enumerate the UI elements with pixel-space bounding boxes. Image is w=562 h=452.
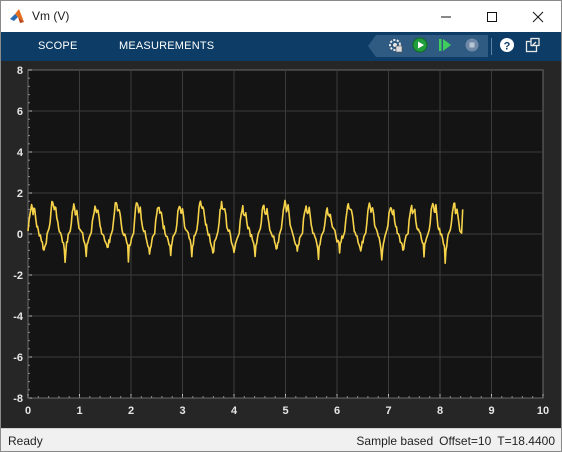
matlab-logo-icon [10,9,24,23]
y-tick-label: 2 [17,188,23,200]
maximize-icon [487,11,497,22]
x-tick-label: 8 [437,405,443,417]
run-button[interactable] [411,36,429,54]
scope-display: 0 1 2 3 4 5 6 7 8 9 10 8 6 4 2 0 -2 -4 -6 -8 [1,61,561,428]
x-tick-label: 3 [179,405,185,417]
y-tick-label: -6 [13,352,23,364]
x-tick-label: 9 [488,405,494,417]
tab-scope[interactable]: SCOPE [38,40,78,52]
x-tick-label: 5 [282,405,288,417]
stop-icon [465,38,479,52]
svg-text:?: ? [504,40,511,52]
window-title: Vm (V) [32,9,70,23]
scope-window: Vm (V) SCOPE MEASUREMENTS ? 0 1 2 3 4 5 … [0,0,562,452]
x-tick-label: 10 [537,405,549,417]
x-tick-label: 0 [25,405,31,417]
status-info: Sample based Offset=10 T=18.4400 [350,434,555,448]
x-tick-label: 1 [76,405,82,417]
x-tick-label: 7 [385,405,391,417]
y-tick-label: -2 [13,270,23,282]
y-tick-label: 0 [17,229,23,241]
toolstrip: SCOPE MEASUREMENTS ? [1,32,561,61]
status-bar: Ready Sample based Offset=10 T=18.4400 [1,428,561,451]
stop-button[interactable] [463,36,481,54]
undock-icon [525,37,540,53]
y-tick-label: 4 [17,147,24,159]
minimize-button[interactable] [423,1,469,32]
maximize-button[interactable] [469,1,515,32]
status-mode: Sample based [356,434,434,448]
status-offset: Offset=10 [439,434,492,448]
x-tick-label: 6 [334,405,340,417]
title-bar: Vm (V) [1,1,561,32]
toolbar-separator [491,38,492,55]
tab-measurements[interactable]: MEASUREMENTS [119,40,214,52]
close-button[interactable] [515,1,561,32]
y-tick-label: -8 [13,393,23,405]
scope-plot[interactable]: 0 1 2 3 4 5 6 7 8 9 10 8 6 4 2 0 -2 -4 -6 -8 [1,61,561,428]
step-forward-icon [439,39,451,51]
close-icon [532,11,544,22]
help-icon: ? [500,38,514,52]
x-tick-label: 2 [128,405,134,417]
help-button[interactable]: ? [498,36,516,54]
y-tick-label: 6 [17,106,23,118]
settings-icon [389,39,403,53]
status-state: Ready [8,434,43,448]
status-time: T=18.4400 [497,434,555,448]
minimize-icon [441,16,451,17]
step-forward-button[interactable] [436,36,454,54]
y-tick-label: 8 [17,65,23,77]
undock-button[interactable] [524,36,542,54]
y-tick-label: -4 [13,311,24,323]
settings-button[interactable] [386,36,404,54]
x-tick-label: 4 [231,405,238,417]
run-icon [412,37,428,53]
